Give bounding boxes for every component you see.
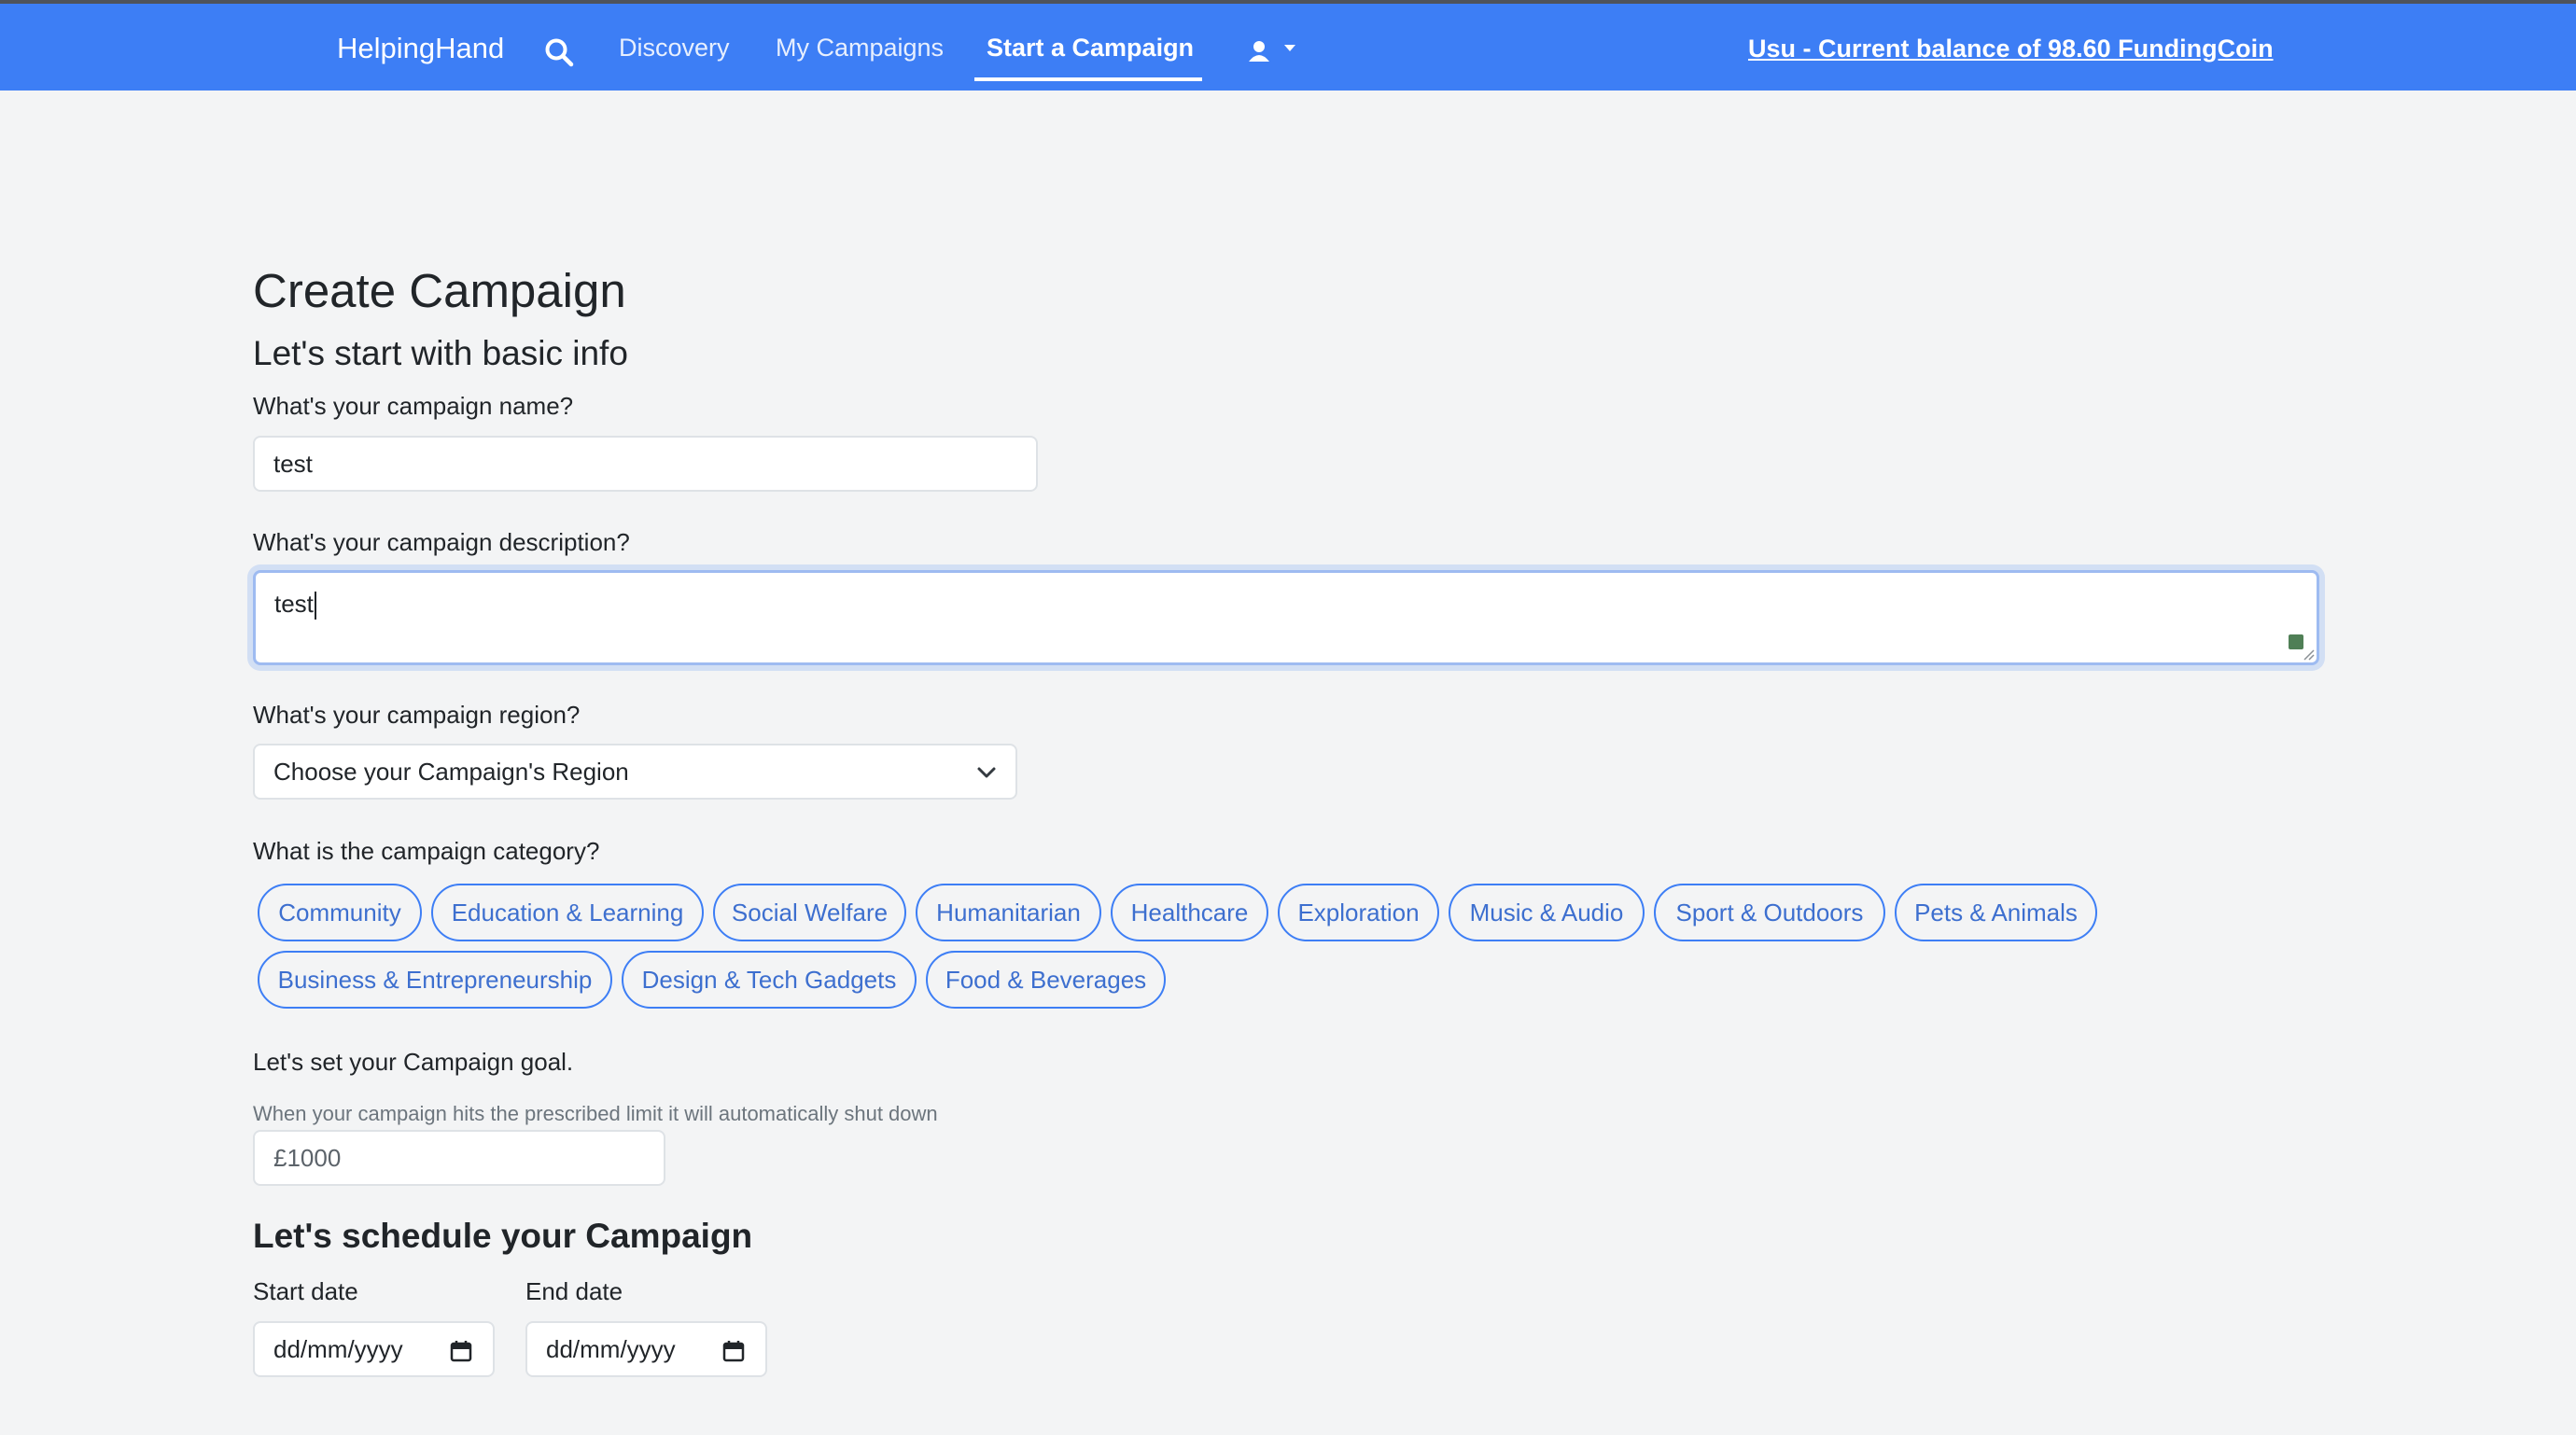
category-chip-pets-animals[interactable]: Pets & Animals (1895, 884, 2097, 941)
nav-link-start-campaign[interactable]: Start a Campaign (987, 34, 1194, 63)
basic-info-heading: Let's start with basic info (253, 334, 628, 372)
category-chip-design-tech-gadgets[interactable]: Design & Tech Gadgets (622, 951, 917, 1009)
category-chip-healthcare[interactable]: Healthcare (1111, 884, 1268, 941)
campaign-name-input[interactable]: test (253, 436, 1038, 492)
campaign-region-select[interactable]: Choose your Campaign's Region (253, 744, 1017, 800)
end-date-input[interactable]: dd/mm/yyyy (525, 1321, 767, 1377)
region-selected-value: Choose your Campaign's Region (273, 757, 629, 786)
brand-logo[interactable]: HelpingHand (337, 32, 504, 65)
calendar-icon[interactable] (450, 1340, 472, 1362)
caret-down-icon (1284, 45, 1295, 51)
campaign-goal-hint: When your campaign hits the prescribed l… (253, 1102, 938, 1125)
user-menu-toggle[interactable] (1247, 37, 1305, 65)
end-date-placeholder: dd/mm/yyyy (546, 1334, 676, 1363)
calendar-icon[interactable] (722, 1340, 745, 1362)
resize-handle-icon[interactable] (2302, 648, 2315, 661)
campaign-category-label: What is the campaign category? (253, 837, 600, 865)
user-icon (1249, 41, 1269, 62)
start-date-placeholder: dd/mm/yyyy (273, 1334, 403, 1363)
search-icon[interactable] (543, 36, 575, 68)
campaign-goal-placeholder: £1000 (273, 1143, 342, 1172)
category-chip-education-learning[interactable]: Education & Learning (431, 884, 704, 941)
campaign-name-label: What's your campaign name? (253, 392, 574, 420)
text-cursor (314, 592, 316, 620)
category-chip-community[interactable]: Community (258, 884, 422, 941)
page-title: Create Campaign (253, 264, 626, 317)
end-date-label: End date (525, 1277, 623, 1305)
campaign-description-textarea[interactable]: test (253, 570, 2319, 665)
campaign-goal-input[interactable]: £1000 (253, 1130, 665, 1186)
category-chip-exploration[interactable]: Exploration (1278, 884, 1439, 941)
category-chip-food-beverages[interactable]: Food & Beverages (926, 951, 1166, 1009)
category-chip-social-welfare[interactable]: Social Welfare (713, 884, 906, 941)
category-chip-sport-outdoors[interactable]: Sport & Outdoors (1654, 884, 1885, 941)
nav-link-discovery[interactable]: Discovery (619, 34, 730, 63)
chevron-down-icon (977, 767, 996, 778)
category-chip-business-entrepreneurship[interactable]: Business & Entrepreneurship (258, 951, 612, 1009)
campaign-name-value: test (273, 449, 313, 478)
top-navbar: HelpingHand Discovery My Campaigns Start… (0, 0, 2576, 91)
campaign-description-value: test (274, 590, 314, 618)
active-tab-indicator (974, 77, 1202, 81)
category-chip-music-audio[interactable]: Music & Audio (1449, 884, 1645, 941)
campaign-region-label: What's your campaign region? (253, 701, 581, 729)
schedule-heading: Let's schedule your Campaign (253, 1217, 753, 1255)
campaign-description-label: What's your campaign description? (253, 528, 630, 556)
nav-link-my-campaigns[interactable]: My Campaigns (776, 34, 944, 63)
start-date-label: Start date (253, 1277, 358, 1305)
start-date-input[interactable]: dd/mm/yyyy (253, 1321, 495, 1377)
balance-link[interactable]: Usu - Current balance of 98.60 FundingCo… (1748, 35, 2274, 63)
campaign-goal-label: Let's set your Campaign goal. (253, 1048, 574, 1076)
category-chip-humanitarian[interactable]: Humanitarian (916, 884, 1101, 941)
